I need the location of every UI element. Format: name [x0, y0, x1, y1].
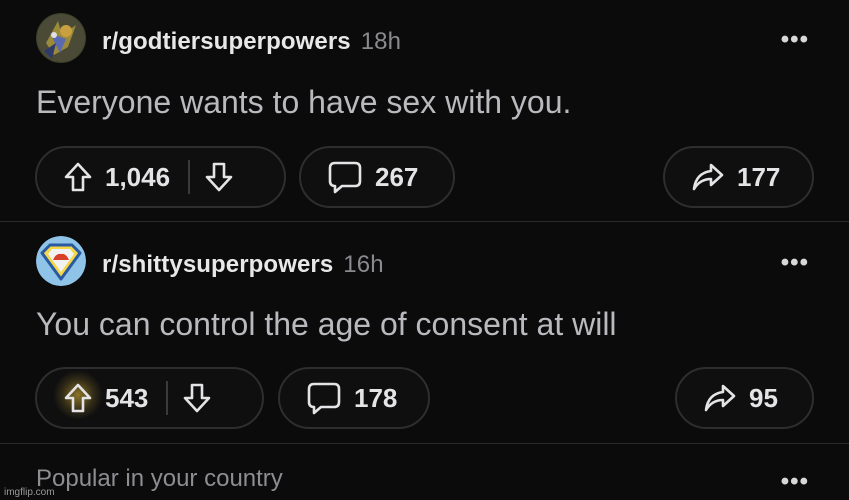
comment-count: 178: [354, 382, 398, 413]
post-age: 16h: [343, 251, 384, 278]
vote-divider: [188, 160, 191, 194]
vote-divider: [166, 381, 169, 415]
post-card[interactable]: r/shittysuperpowers 16h ••• You can contr…: [0, 223, 849, 443]
upvote-icon[interactable]: [63, 161, 93, 193]
post-divider: [0, 443, 849, 444]
share-count: 177: [737, 161, 781, 192]
share-icon: [703, 383, 737, 413]
more-options-icon[interactable]: •••: [781, 249, 809, 277]
comment-icon: [306, 381, 342, 415]
comments-button[interactable]: 178: [278, 367, 430, 429]
post-age: 18h: [360, 28, 402, 55]
share-icon: [691, 162, 725, 192]
downvote-icon[interactable]: [204, 161, 234, 193]
share-button[interactable]: 177: [663, 146, 814, 208]
section-label: Popular in your country: [36, 465, 283, 492]
comments-button[interactable]: 267: [299, 146, 455, 208]
subreddit-avatar[interactable]: [36, 236, 86, 286]
share-button[interactable]: 95: [675, 367, 814, 429]
subreddit-label[interactable]: r/shittysuperpowers: [102, 251, 333, 278]
upvote-icon[interactable]: [53, 370, 103, 420]
comment-icon: [327, 160, 363, 194]
upvote-count: 543: [105, 382, 149, 413]
vote-pill: 1,046: [35, 146, 286, 208]
subreddit-name[interactable]: r/shittysuperpowers 16h: [102, 251, 384, 279]
post-title[interactable]: Everyone wants to have sex with you.: [36, 84, 571, 121]
downvote-icon[interactable]: [182, 382, 212, 414]
post-divider: [0, 221, 849, 222]
more-options-icon[interactable]: •••: [781, 26, 809, 54]
share-count: 95: [749, 382, 778, 413]
subreddit-name[interactable]: r/godtiersuperpowers 18h: [102, 28, 401, 56]
watermark: imgflip.com: [4, 487, 55, 498]
more-options-icon[interactable]: •••: [781, 468, 809, 496]
post-title[interactable]: You can control the age of consent at wi…: [36, 306, 617, 343]
post-card[interactable]: r/godtiersuperpowers 18h ••• Everyone wan…: [0, 0, 849, 222]
subreddit-avatar[interactable]: [36, 13, 86, 63]
subreddit-label[interactable]: r/godtiersuperpowers: [102, 28, 351, 55]
upvote-count: 1,046: [105, 161, 171, 192]
comment-count: 267: [375, 161, 419, 192]
vote-pill: 543: [35, 367, 264, 429]
